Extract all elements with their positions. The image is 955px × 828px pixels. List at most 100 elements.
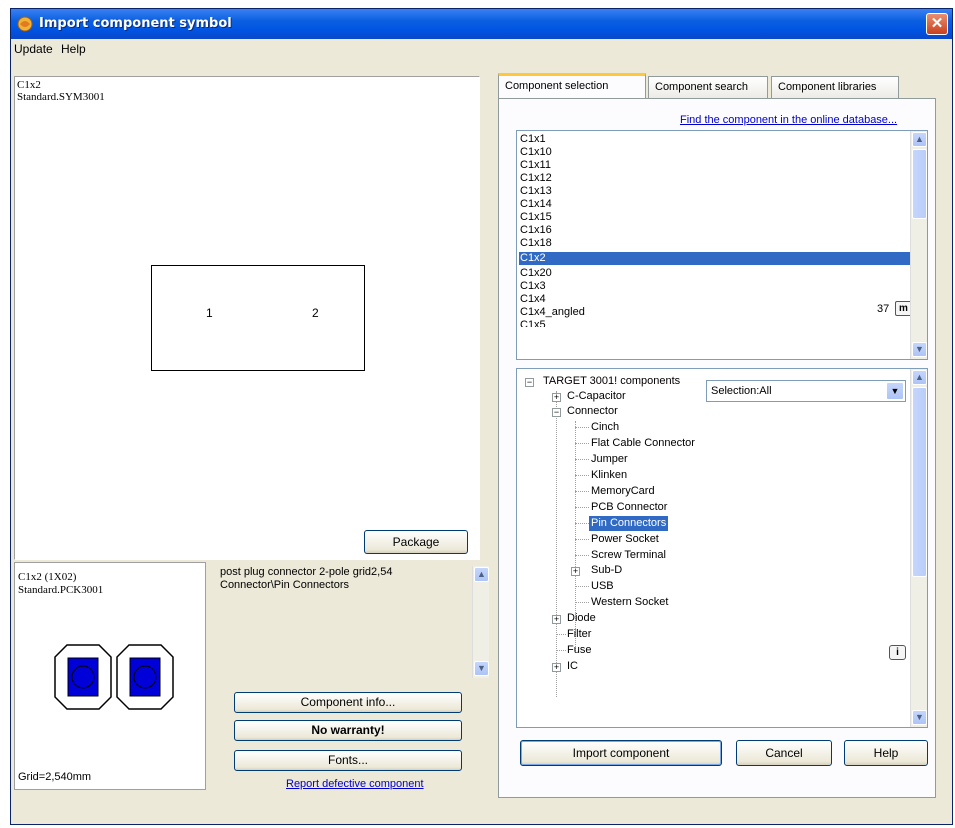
online-database-link[interactable]: Find the component in the online databas…	[680, 114, 897, 126]
selection-filter-dropdown[interactable]: Selection:All ▼	[706, 380, 906, 402]
tree-line	[575, 602, 589, 603]
tree-node-power-socket[interactable]: Power Socket	[591, 532, 659, 547]
cancel-button[interactable]: Cancel	[736, 740, 832, 766]
scroll-up-icon[interactable]: ▲	[912, 370, 927, 385]
tree-line	[556, 650, 566, 651]
chevron-down-icon[interactable]: ▼	[886, 382, 904, 400]
tree-node-sub-d[interactable]: Sub-D	[591, 563, 622, 578]
tree-node-western-socket[interactable]: Western Socket	[591, 595, 668, 610]
pin-label-2: 2	[312, 306, 319, 320]
tree-node-ic[interactable]: IC	[567, 659, 578, 671]
list-item[interactable]: C1x3	[520, 280, 546, 293]
list-item[interactable]: C1x15	[520, 211, 552, 224]
tree-root[interactable]: TARGET 3001! components	[543, 374, 680, 389]
list-item[interactable]: C1x14	[520, 198, 552, 211]
list-item-selected[interactable]: C1x2	[519, 252, 911, 265]
tree-line	[575, 443, 589, 444]
tree-line	[575, 491, 589, 492]
tree-line	[575, 586, 589, 587]
no-warranty-button[interactable]: No warranty!	[234, 720, 462, 741]
list-item[interactable]: C1x10	[520, 146, 552, 159]
tree-node-screw-terminal[interactable]: Screw Terminal	[591, 548, 666, 563]
expand-icon[interactable]: +	[552, 393, 561, 402]
tree-line	[575, 459, 589, 460]
list-item[interactable]: C1x1	[520, 133, 546, 146]
menu-help[interactable]: Help	[61, 42, 86, 56]
symbol-name: C1x2	[17, 79, 41, 91]
app-icon	[17, 16, 33, 32]
list-item[interactable]: C1x18	[520, 237, 552, 250]
description-scrollbar[interactable]: ▲ ▼	[472, 566, 489, 678]
description-line-2: Connector\Pin Connectors	[220, 579, 350, 591]
tree-node-usb[interactable]: USB	[591, 579, 614, 594]
expand-icon[interactable]: +	[571, 567, 580, 576]
tree-node-pin-connectors-selected[interactable]: Pin Connectors	[589, 516, 669, 531]
component-list[interactable]: C1x1 C1x10 C1x11 C1x12 C1x13 C1x14 C1x15…	[516, 130, 928, 360]
scroll-down-icon[interactable]: ▼	[912, 710, 927, 725]
scroll-thumb[interactable]	[912, 149, 927, 219]
tab-component-selection[interactable]: Component selection	[498, 73, 646, 98]
tree-node-diode[interactable]: Diode	[567, 611, 596, 626]
expand-icon[interactable]: +	[552, 663, 561, 672]
description-line-1: post plug connector 2-pole grid2,54	[220, 566, 393, 578]
description-area: post plug connector 2-pole grid2,54 Conn…	[220, 566, 490, 678]
tree-line	[575, 475, 589, 476]
info-icon[interactable]: i	[889, 645, 906, 660]
package-library: Standard.PCK3001	[18, 584, 104, 596]
tab-component-search[interactable]: Component search	[648, 76, 768, 98]
list-item[interactable]: C1x20	[520, 267, 552, 280]
tree-node-c-capacitor[interactable]: C-Capacitor	[567, 389, 626, 404]
tree-node-filter[interactable]: Filter	[567, 627, 591, 642]
collapse-icon[interactable]: −	[525, 378, 534, 387]
tree-line	[575, 523, 589, 524]
scroll-down-icon[interactable]: ▼	[912, 342, 927, 357]
report-defective-link[interactable]: Report defective component	[286, 778, 424, 790]
list-item[interactable]: C1x4_angled	[520, 306, 585, 319]
menu-update[interactable]: Update	[14, 42, 53, 56]
collapse-icon[interactable]: −	[552, 408, 561, 417]
scroll-up-icon[interactable]: ▲	[474, 567, 489, 582]
scroll-up-icon[interactable]: ▲	[912, 132, 927, 147]
list-item[interactable]: C1x5	[520, 319, 546, 327]
tree-node-fuse[interactable]: Fuse	[567, 643, 591, 658]
component-count: 37	[877, 303, 890, 315]
tree-line	[575, 507, 589, 508]
list-item[interactable]: C1x12	[520, 172, 552, 185]
tree-line	[556, 391, 557, 697]
package-preview-panel: C1x2 (1X02) Standard.PCK3001 Grid=2,540m…	[14, 562, 206, 790]
tree-node-flat-cable[interactable]: Flat Cable Connector	[591, 436, 695, 451]
tree-scrollbar[interactable]: ▲ ▼	[910, 369, 927, 727]
selection-filter-value: Selection:All	[711, 385, 772, 397]
tree-node-pcb-connector[interactable]: PCB Connector	[591, 500, 667, 515]
scroll-thumb[interactable]	[912, 387, 927, 577]
help-button[interactable]: Help	[844, 740, 928, 766]
tree-node-cinch[interactable]: Cinch	[591, 420, 619, 435]
tree-node-klinken[interactable]: Klinken	[591, 468, 627, 483]
import-component-button[interactable]: Import component	[520, 740, 722, 766]
list-item[interactable]: C1x13	[520, 185, 552, 198]
package-name: C1x2 (1X02)	[18, 571, 77, 583]
grid-size-label: Grid=2,540mm	[18, 771, 92, 783]
footprint-drawing	[54, 644, 174, 710]
list-scrollbar[interactable]: ▲ ▼	[910, 131, 927, 359]
list-item[interactable]: C1x16	[520, 224, 552, 237]
expand-icon[interactable]: +	[552, 615, 561, 624]
tree-node-jumper[interactable]: Jumper	[591, 452, 628, 467]
menu-bar: Update Help	[11, 39, 952, 59]
title-bar[interactable]: Import component symbol ✕	[11, 9, 952, 39]
scroll-down-icon[interactable]: ▼	[474, 661, 489, 676]
tree-node-memorycard[interactable]: MemoryCard	[591, 484, 655, 499]
symbol-preview-panel: C1x2 Standard.SYM3001 1 2	[14, 76, 480, 560]
category-tree[interactable]: − TARGET 3001! components + C-Capacitor …	[516, 368, 928, 728]
component-info-button[interactable]: Component info...	[234, 692, 462, 713]
tree-line	[575, 427, 589, 428]
close-button[interactable]: ✕	[926, 13, 948, 35]
fonts-button[interactable]: Fonts...	[234, 750, 462, 771]
list-item[interactable]: C1x4	[520, 293, 546, 306]
package-button[interactable]: Package	[364, 530, 468, 554]
tree-line	[575, 539, 589, 540]
list-item[interactable]: C1x11	[520, 159, 551, 172]
tab-component-libraries[interactable]: Component libraries	[771, 76, 899, 98]
symbol-library: Standard.SYM3001	[17, 91, 105, 103]
tree-node-connector[interactable]: Connector	[567, 404, 618, 419]
